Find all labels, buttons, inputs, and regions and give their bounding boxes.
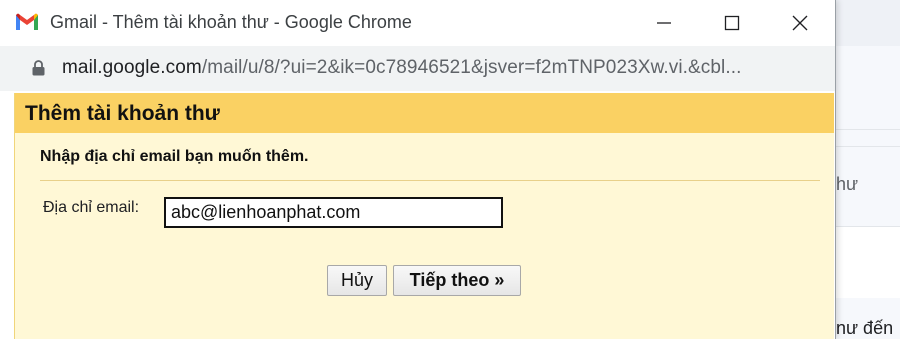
- dialog-header: Thêm tài khoản thư: [15, 93, 834, 133]
- background-divider: [836, 146, 900, 147]
- add-mail-account-dialog: Thêm tài khoản thư Nhập địa chỉ email bạ…: [14, 93, 834, 339]
- cancel-button[interactable]: Hủy: [327, 265, 387, 296]
- maximize-button[interactable]: [698, 0, 766, 46]
- background-text: hư: [836, 174, 859, 194]
- maximize-icon: [724, 15, 740, 31]
- close-button[interactable]: [766, 0, 834, 46]
- chrome-popup-window: Gmail - Thêm tài khoản thư - Google Chro…: [0, 0, 836, 339]
- background-topbar: [836, 0, 900, 46]
- background-text-bottom: nư đến: [836, 318, 894, 338]
- close-icon: [792, 15, 808, 31]
- email-input[interactable]: [164, 197, 503, 228]
- window-title: Gmail - Thêm tài khoản thư - Google Chro…: [50, 12, 412, 32]
- url-text[interactable]: mail.google.com/mail/u/8/?ui=2&ik=0c7894…: [62, 57, 742, 79]
- dialog-divider: [40, 180, 820, 181]
- email-label: Địa chỉ email:: [43, 199, 140, 216]
- background-panel: [836, 226, 900, 298]
- url-domain: mail.google.com: [62, 57, 202, 78]
- lock-icon[interactable]: [32, 60, 45, 76]
- page-content: Thêm tài khoản thư Nhập địa chỉ email bạ…: [0, 91, 835, 339]
- background-band: [836, 82, 900, 130]
- minimize-button[interactable]: [630, 0, 698, 46]
- title-bar: Gmail - Thêm tài khoản thư - Google Chro…: [0, 0, 835, 46]
- next-button[interactable]: Tiếp theo »: [393, 265, 521, 296]
- dialog-subtitle: Nhập địa chỉ email bạn muốn thêm.: [40, 148, 309, 165]
- minimize-icon: [657, 22, 671, 24]
- url-path: /mail/u/8/?ui=2&ik=0c78946521&jsver=f2mT…: [201, 57, 742, 78]
- background-page: hư nư đến: [836, 0, 900, 339]
- gmail-logo-icon: [16, 13, 38, 30]
- dialog-title: Thêm tài khoản thư: [25, 102, 220, 125]
